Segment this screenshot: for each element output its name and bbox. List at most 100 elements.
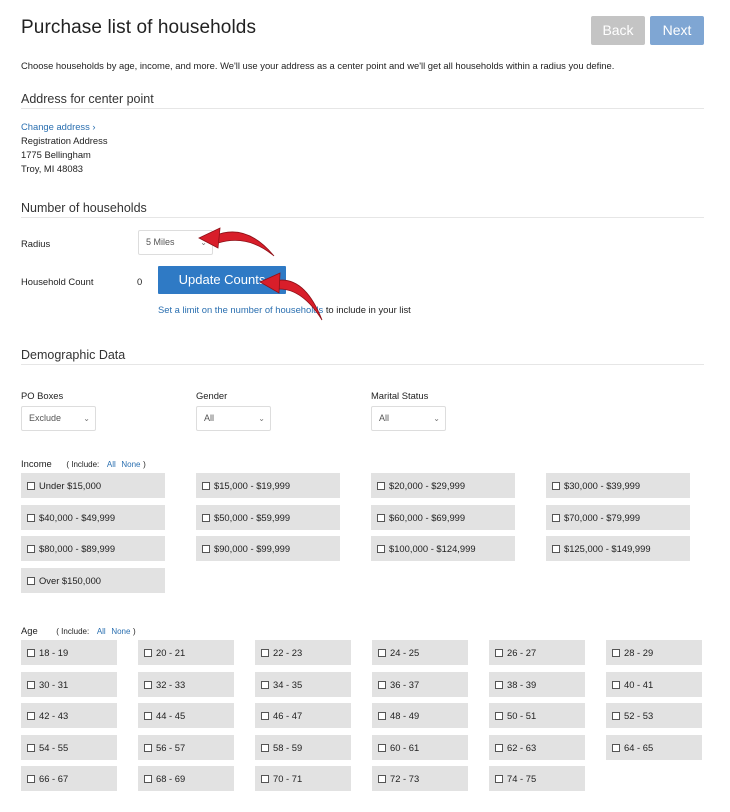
checkbox-icon[interactable] — [378, 775, 386, 783]
age-option[interactable]: 50 - 51 — [489, 703, 585, 728]
checkbox-icon[interactable] — [144, 712, 152, 720]
checkbox-icon[interactable] — [261, 649, 269, 657]
checkbox-icon[interactable] — [495, 712, 503, 720]
checkbox-icon[interactable] — [144, 649, 152, 657]
age-option[interactable]: 20 - 21 — [138, 640, 234, 665]
age-option[interactable]: 36 - 37 — [372, 671, 468, 697]
next-button[interactable]: Next — [650, 16, 704, 45]
checkbox-icon[interactable] — [378, 712, 386, 720]
age-option[interactable]: 30 - 31 — [21, 671, 117, 697]
checkbox-icon[interactable] — [27, 482, 35, 490]
age-option[interactable]: 48 - 49 — [372, 703, 468, 728]
age-option-label: 62 - 63 — [507, 741, 537, 753]
back-button[interactable]: Back — [591, 16, 645, 45]
income-option[interactable]: $70,000 - $79,999 — [546, 504, 690, 530]
age-option[interactable]: 34 - 35 — [255, 671, 351, 697]
age-option[interactable]: 72 - 73 — [372, 766, 468, 791]
age-option[interactable]: 62 - 63 — [489, 734, 585, 760]
income-option[interactable]: $80,000 - $89,999 — [21, 536, 165, 561]
income-select-all-link[interactable]: All — [107, 460, 116, 469]
income-option[interactable]: $30,000 - $39,999 — [546, 473, 690, 498]
checkbox-icon[interactable] — [261, 680, 269, 689]
checkbox-icon[interactable] — [27, 576, 35, 585]
checkbox-icon[interactable] — [27, 545, 35, 553]
checkbox-icon[interactable] — [378, 649, 386, 657]
checkbox-icon[interactable] — [261, 712, 269, 720]
age-option-label: 66 - 67 — [39, 773, 69, 784]
age-option[interactable]: 54 - 55 — [21, 734, 117, 760]
checkbox-icon[interactable] — [552, 513, 560, 522]
checkbox-icon[interactable] — [261, 743, 269, 752]
checkbox-icon[interactable] — [27, 649, 35, 657]
checkbox-icon[interactable] — [495, 649, 503, 657]
age-option[interactable]: 22 - 23 — [255, 640, 351, 665]
age-option[interactable]: 52 - 53 — [606, 703, 702, 728]
income-option[interactable]: $15,000 - $19,999 — [196, 473, 340, 498]
checkbox-icon[interactable] — [377, 482, 385, 490]
age-option[interactable]: 60 - 61 — [372, 734, 468, 760]
age-option[interactable]: 26 - 27 — [489, 640, 585, 665]
checkbox-icon[interactable] — [495, 743, 503, 752]
checkbox-icon[interactable] — [27, 712, 35, 720]
age-option[interactable]: 74 - 75 — [489, 766, 585, 791]
age-option[interactable]: 64 - 65 — [606, 734, 702, 760]
checkbox-icon[interactable] — [378, 680, 386, 689]
age-option[interactable]: 68 - 69 — [138, 766, 234, 791]
age-option[interactable]: 24 - 25 — [372, 640, 468, 665]
age-option[interactable]: 46 - 47 — [255, 703, 351, 728]
income-option[interactable]: $90,000 - $99,999 — [196, 536, 340, 561]
age-option[interactable]: 56 - 57 — [138, 734, 234, 760]
income-option[interactable]: $20,000 - $29,999 — [371, 473, 515, 498]
checkbox-icon[interactable] — [144, 680, 152, 689]
age-option[interactable]: 40 - 41 — [606, 671, 702, 697]
income-option[interactable]: $60,000 - $69,999 — [371, 504, 515, 530]
checkbox-icon[interactable] — [378, 743, 386, 752]
checkbox-icon[interactable] — [202, 513, 210, 522]
income-select-none-link[interactable]: None — [121, 460, 140, 469]
checkbox-icon[interactable] — [27, 680, 35, 689]
age-option[interactable]: 38 - 39 — [489, 671, 585, 697]
marital-status-select[interactable]: All ⌄ — [371, 406, 446, 431]
age-option[interactable]: 70 - 71 — [255, 766, 351, 791]
age-select-none-link[interactable]: None — [111, 627, 130, 636]
income-option[interactable]: Over $150,000 — [21, 567, 165, 593]
age-option[interactable]: 58 - 59 — [255, 734, 351, 760]
age-option[interactable]: 28 - 29 — [606, 640, 702, 665]
income-option[interactable]: $125,000 - $149,999 — [546, 536, 690, 561]
age-option-label: 48 - 49 — [390, 710, 420, 721]
po-boxes-select[interactable]: Exclude ⌄ — [21, 406, 96, 431]
change-address-link[interactable]: Change address › — [21, 120, 96, 134]
age-option[interactable]: 32 - 33 — [138, 671, 234, 697]
income-option[interactable]: $100,000 - $124,999 — [371, 536, 515, 561]
checkbox-icon[interactable] — [612, 680, 620, 689]
checkbox-icon[interactable] — [27, 775, 35, 783]
checkbox-icon[interactable] — [495, 775, 503, 783]
checkbox-icon[interactable] — [202, 482, 210, 490]
age-option[interactable]: 42 - 43 — [21, 703, 117, 728]
checkbox-icon[interactable] — [612, 712, 620, 720]
income-option[interactable]: $50,000 - $59,999 — [196, 504, 340, 530]
checkbox-icon[interactable] — [495, 680, 503, 689]
income-option[interactable]: Under $15,000 — [21, 473, 165, 498]
checkbox-icon[interactable] — [27, 513, 35, 522]
checkbox-icon[interactable] — [202, 545, 210, 553]
checkbox-icon[interactable] — [612, 649, 620, 657]
checkbox-icon[interactable] — [144, 743, 152, 752]
gender-select[interactable]: All ⌄ — [196, 406, 271, 431]
age-option[interactable]: 18 - 19 — [21, 640, 117, 665]
checkbox-icon[interactable] — [377, 545, 385, 553]
radius-value: 5 Miles — [146, 237, 175, 247]
checkbox-icon[interactable] — [261, 775, 269, 783]
age-select-all-link[interactable]: All — [97, 627, 106, 636]
divider — [21, 108, 704, 109]
checkbox-icon[interactable] — [612, 743, 620, 752]
checkbox-icon[interactable] — [27, 743, 35, 752]
age-option[interactable]: 66 - 67 — [21, 766, 117, 791]
income-option[interactable]: $40,000 - $49,999 — [21, 504, 165, 530]
checkbox-icon[interactable] — [552, 482, 560, 490]
checkbox-icon[interactable] — [552, 545, 560, 553]
age-option[interactable]: 44 - 45 — [138, 703, 234, 728]
checkbox-icon[interactable] — [377, 513, 385, 522]
divider — [21, 364, 704, 365]
checkbox-icon[interactable] — [144, 775, 152, 783]
